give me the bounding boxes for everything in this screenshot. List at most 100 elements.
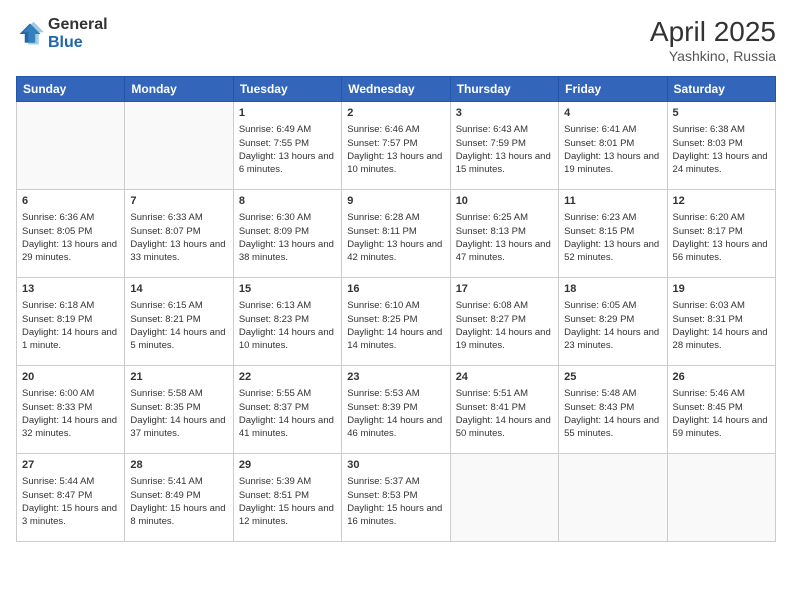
day-number: 7 — [130, 194, 227, 209]
day-info: Sunset: 8:23 PM — [239, 313, 336, 326]
calendar-cell — [450, 454, 558, 542]
calendar-cell: 10Sunrise: 6:25 AMSunset: 8:13 PMDayligh… — [450, 190, 558, 278]
day-info: Daylight: 14 hours and 10 minutes. — [239, 326, 336, 353]
calendar-week-1: 1Sunrise: 6:49 AMSunset: 7:55 PMDaylight… — [17, 102, 776, 190]
day-info: Daylight: 14 hours and 1 minute. — [22, 326, 119, 353]
day-info: Sunset: 8:47 PM — [22, 489, 119, 502]
day-number: 25 — [564, 370, 661, 385]
day-info: Sunset: 8:33 PM — [22, 401, 119, 414]
day-info: Sunset: 8:37 PM — [239, 401, 336, 414]
logo-text: General Blue — [48, 16, 108, 51]
calendar-cell — [559, 454, 667, 542]
col-header-wednesday: Wednesday — [342, 77, 450, 102]
day-info: Sunrise: 6:05 AM — [564, 299, 661, 312]
day-info: Daylight: 14 hours and 14 minutes. — [347, 326, 444, 353]
day-info: Daylight: 13 hours and 19 minutes. — [564, 150, 661, 177]
day-number: 18 — [564, 282, 661, 297]
day-number: 10 — [456, 194, 553, 209]
day-info: Sunrise: 5:48 AM — [564, 387, 661, 400]
day-number: 26 — [673, 370, 770, 385]
day-number: 15 — [239, 282, 336, 297]
day-info: Sunrise: 5:37 AM — [347, 475, 444, 488]
calendar-cell: 30 Sunrise: 5:37 AMSunset: 8:53 PMDayligh… — [342, 454, 450, 542]
calendar-cell: 25Sunrise: 5:48 AMSunset: 8:43 PMDayligh… — [559, 366, 667, 454]
day-info: Sunset: 8:53 PM — [347, 489, 444, 502]
day-number: 16 — [347, 282, 444, 297]
day-info: Sunrise: 6:18 AM — [22, 299, 119, 312]
day-info: Sunrise: 6:30 AM — [239, 211, 336, 224]
calendar-cell: 11Sunrise: 6:23 AMSunset: 8:15 PMDayligh… — [559, 190, 667, 278]
day-info: Sunrise: 6:00 AM — [22, 387, 119, 400]
day-number: 11 — [564, 194, 661, 209]
calendar-cell: 1Sunrise: 6:49 AMSunset: 7:55 PMDaylight… — [233, 102, 341, 190]
day-info: Daylight: 13 hours and 38 minutes. — [239, 238, 336, 265]
day-info: Daylight: 13 hours and 33 minutes. — [130, 238, 227, 265]
day-info: Sunrise: 6:23 AM — [564, 211, 661, 224]
day-info: Sunrise: 6:28 AM — [347, 211, 444, 224]
day-info: Daylight: 13 hours and 56 minutes. — [673, 238, 770, 265]
day-number: 20 — [22, 370, 119, 385]
day-number: 28 — [130, 458, 227, 473]
day-info: Sunset: 8:43 PM — [564, 401, 661, 414]
day-info: Sunrise: 6:46 AM — [347, 123, 444, 136]
day-info: Sunrise: 6:33 AM — [130, 211, 227, 224]
day-info: Sunrise: 6:43 AM — [456, 123, 553, 136]
day-number: 29 — [239, 458, 336, 473]
day-info: Daylight: 15 hours and 16 minutes. — [347, 502, 444, 529]
day-number: 3 — [456, 106, 553, 121]
day-info: Daylight: 14 hours and 19 minutes. — [456, 326, 553, 353]
calendar-cell: 7 Sunrise: 6:33 AMSunset: 8:07 PMDaylight… — [125, 190, 233, 278]
day-number: 30 — [347, 458, 444, 473]
day-info: Sunset: 8:35 PM — [130, 401, 227, 414]
day-info: Daylight: 13 hours and 29 minutes. — [22, 238, 119, 265]
day-info: Sunrise: 5:41 AM — [130, 475, 227, 488]
day-info: Sunrise: 5:51 AM — [456, 387, 553, 400]
day-info: Daylight: 14 hours and 46 minutes. — [347, 414, 444, 441]
calendar-week-2: 6Sunrise: 6:36 AMSunset: 8:05 PMDaylight… — [17, 190, 776, 278]
title-block: April 2025 Yashkino, Russia — [650, 16, 776, 64]
day-info: Daylight: 14 hours and 41 minutes. — [239, 414, 336, 441]
calendar-week-3: 13Sunrise: 6:18 AMSunset: 8:19 PMDayligh… — [17, 278, 776, 366]
calendar-cell: 17Sunrise: 6:08 AMSunset: 8:27 PMDayligh… — [450, 278, 558, 366]
header: General Blue April 2025 Yashkino, Russia — [16, 16, 776, 64]
day-info: Sunrise: 6:10 AM — [347, 299, 444, 312]
day-number: 5 — [673, 106, 770, 121]
calendar-cell: 21Sunrise: 5:58 AMSunset: 8:35 PMDayligh… — [125, 366, 233, 454]
calendar-cell: 4Sunrise: 6:41 AMSunset: 8:01 PMDaylight… — [559, 102, 667, 190]
day-number: 13 — [22, 282, 119, 297]
calendar-cell: 12Sunrise: 6:20 AMSunset: 8:17 PMDayligh… — [667, 190, 775, 278]
calendar-cell: 14Sunrise: 6:15 AMSunset: 8:21 PMDayligh… — [125, 278, 233, 366]
calendar-cell: 2Sunrise: 6:46 AMSunset: 7:57 PMDaylight… — [342, 102, 450, 190]
day-info: Sunset: 8:09 PM — [239, 225, 336, 238]
col-header-friday: Friday — [559, 77, 667, 102]
day-number: 9 — [347, 194, 444, 209]
day-info: Daylight: 14 hours and 23 minutes. — [564, 326, 661, 353]
day-info: Daylight: 13 hours and 24 minutes. — [673, 150, 770, 177]
day-info: Daylight: 14 hours and 28 minutes. — [673, 326, 770, 353]
day-info: Sunset: 8:51 PM — [239, 489, 336, 502]
logo-icon — [16, 20, 44, 48]
day-info: Sunrise: 5:58 AM — [130, 387, 227, 400]
calendar-cell: 9Sunrise: 6:28 AMSunset: 8:11 PMDaylight… — [342, 190, 450, 278]
day-info: Daylight: 14 hours and 5 minutes. — [130, 326, 227, 353]
day-info: Sunset: 8:11 PM — [347, 225, 444, 238]
day-info: Sunrise: 6:36 AM — [22, 211, 119, 224]
day-number: 27 — [22, 458, 119, 473]
day-info: Sunset: 8:07 PM — [130, 225, 227, 238]
day-info: Sunrise: 6:13 AM — [239, 299, 336, 312]
day-info: Sunset: 8:15 PM — [564, 225, 661, 238]
calendar-cell: 6Sunrise: 6:36 AMSunset: 8:05 PMDaylight… — [17, 190, 125, 278]
day-info: Daylight: 15 hours and 8 minutes. — [130, 502, 227, 529]
day-info: Sunset: 8:19 PM — [22, 313, 119, 326]
calendar-cell: 15 Sunrise: 6:13 AMSunset: 8:23 PMDayligh… — [233, 278, 341, 366]
day-info: Sunset: 8:01 PM — [564, 137, 661, 150]
day-info: Sunset: 8:27 PM — [456, 313, 553, 326]
day-info: Daylight: 13 hours and 47 minutes. — [456, 238, 553, 265]
day-info: Sunrise: 5:53 AM — [347, 387, 444, 400]
day-info: Daylight: 14 hours and 32 minutes. — [22, 414, 119, 441]
calendar-cell: 19Sunrise: 6:03 AMSunset: 8:31 PMDayligh… — [667, 278, 775, 366]
day-info: Sunrise: 6:15 AM — [130, 299, 227, 312]
day-info: Daylight: 13 hours and 6 minutes. — [239, 150, 336, 177]
day-info: Sunset: 8:05 PM — [22, 225, 119, 238]
day-info: Sunrise: 6:41 AM — [564, 123, 661, 136]
